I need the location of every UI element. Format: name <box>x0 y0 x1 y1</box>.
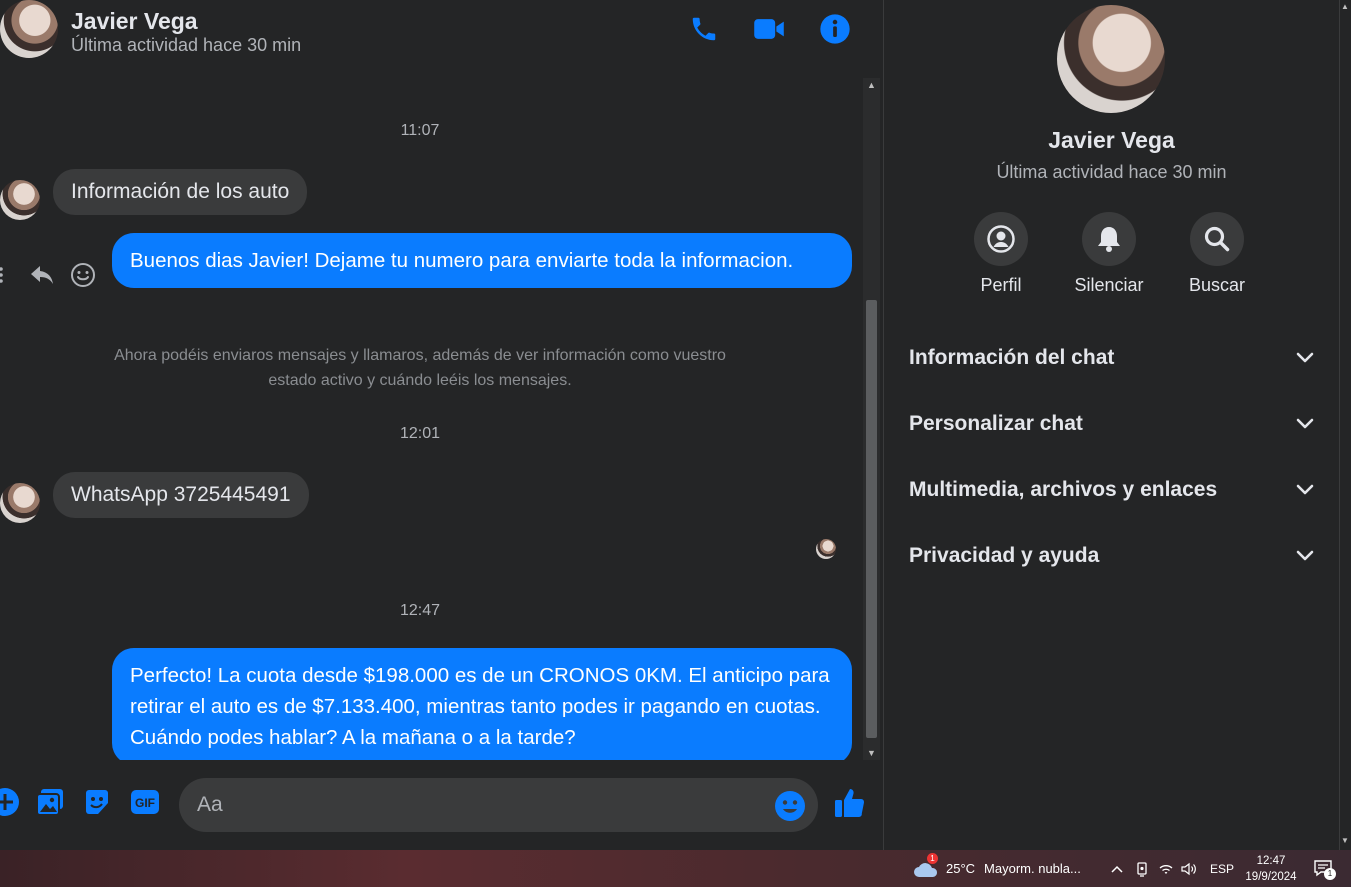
image-icon <box>36 789 63 816</box>
scroll-down-arrow[interactable]: ▼ <box>863 746 880 760</box>
timestamp: 11:07 <box>400 122 440 139</box>
clock-time: 12:47 <box>1256 854 1286 867</box>
weather-description: Mayorm. nubla... <box>984 861 1081 876</box>
section-title: Multimedia, archivos y enlaces <box>909 478 1218 501</box>
chevron-down-icon <box>1296 352 1314 363</box>
info-panel-scrollbar[interactable]: ▲ ▼ <box>1339 0 1351 850</box>
sender-avatar <box>0 180 40 220</box>
sticker-button[interactable] <box>80 785 114 819</box>
input-language[interactable]: ESP <box>1210 850 1234 887</box>
search-action-label: Buscar <box>1188 275 1246 295</box>
message-input[interactable] <box>197 778 777 832</box>
chevron-down-icon <box>1296 550 1314 561</box>
emoji-button[interactable] <box>774 790 806 822</box>
more-actions-button[interactable] <box>0 785 22 819</box>
weather-temperature: 25°C <box>946 861 976 876</box>
emoji-icon <box>775 791 805 821</box>
wifi-icon[interactable] <box>1158 850 1174 887</box>
weather-alert-badge: 1 <box>927 852 938 864</box>
volume-icon[interactable] <box>1181 850 1197 887</box>
message-input-box[interactable] <box>179 778 818 832</box>
scroll-up-arrow[interactable]: ▲ <box>863 78 880 92</box>
profile-action[interactable]: Perfil <box>956 212 1046 296</box>
windows-taskbar: 1 25°C Mayorm. nubla... ESP 12:47 19/9/2… <box>0 850 1351 887</box>
info-icon <box>820 14 850 44</box>
section-title: Información del chat <box>909 346 1115 369</box>
search-action[interactable]: Buscar <box>1172 212 1262 296</box>
conversation-info-panel: Javier Vega Última actividad hace 30 min… <box>885 0 1338 850</box>
sender-avatar <box>0 483 40 523</box>
info-contact-name: Javier Vega <box>1048 127 1175 153</box>
timestamp: 12:47 <box>399 602 441 619</box>
mute-action-label: Silenciar <box>1074 275 1144 295</box>
contact-status: Última actividad hace 30 min <box>71 35 302 55</box>
contact-profile-picture[interactable] <box>1057 5 1165 113</box>
voice-call-button[interactable] <box>687 12 721 46</box>
sticker-icon <box>86 790 108 814</box>
section-media-files-links[interactable]: Multimedia, archivos y enlaces <box>909 470 1314 510</box>
chevron-down-icon <box>1296 418 1314 429</box>
phone-icon <box>692 17 716 41</box>
clock[interactable]: 12:47 19/9/2024 <box>1240 850 1302 887</box>
search-icon <box>1204 226 1230 252</box>
notification-center-button[interactable]: 1 <box>1313 850 1336 887</box>
seen-receipt-avatar <box>816 539 836 559</box>
composer-bar: GIF <box>0 770 884 840</box>
reply-icon[interactable] <box>28 262 56 288</box>
messenger-app: Javier Vega Última actividad hace 30 min… <box>0 0 1351 850</box>
outgoing-message[interactable]: Perfecto! La cuota desde $198.000 es de … <box>112 648 852 760</box>
system-notice: Ahora podéis enviaros mensajes y llamaro… <box>114 347 726 389</box>
contact-name[interactable]: Javier Vega <box>71 8 198 35</box>
chevron-down-icon <box>1296 484 1314 495</box>
weather-widget[interactable]: 1 25°C Mayorm. nubla... <box>913 850 1081 887</box>
message-list[interactable]: 11:07 Información de los auto Buenos dia… <box>0 76 864 760</box>
attach-photo-button[interactable] <box>33 785 67 819</box>
thumbs-up-icon <box>835 789 865 818</box>
scroll-up-arrow[interactable]: ▲ <box>1341 2 1349 11</box>
message-scrollbar[interactable]: ▲ ▼ <box>863 78 880 760</box>
contact-avatar[interactable] <box>0 0 58 58</box>
scroll-down-arrow[interactable]: ▼ <box>1341 836 1349 845</box>
device-icon[interactable] <box>1135 850 1149 887</box>
incoming-message[interactable]: Información de los auto <box>53 169 308 215</box>
gif-button[interactable]: GIF <box>128 785 162 819</box>
svg-text:GIF: GIF <box>135 796 155 810</box>
more-options-icon[interactable] <box>0 264 6 286</box>
clock-date: 19/9/2024 <box>1245 870 1297 883</box>
timestamp: 12:01 <box>399 425 441 442</box>
section-privacy-help[interactable]: Privacidad y ayuda <box>909 536 1314 576</box>
conversation-info-button[interactable] <box>818 12 852 46</box>
outgoing-message[interactable]: Buenos dias Javier! Dejame tu numero par… <box>112 233 852 288</box>
chat-header: Javier Vega Última actividad hace 30 min <box>0 0 884 66</box>
profile-icon <box>987 225 1015 253</box>
video-call-button[interactable] <box>752 12 786 46</box>
section-title: Personalizar chat <box>909 412 1083 435</box>
section-customize-chat[interactable]: Personalizar chat <box>909 404 1314 444</box>
section-chat-info[interactable]: Información del chat <box>909 338 1314 378</box>
mute-action[interactable]: Silenciar <box>1064 212 1154 296</box>
incoming-message[interactable]: WhatsApp 3725445491 <box>53 472 309 518</box>
scroll-thumb[interactable] <box>866 300 877 738</box>
like-button[interactable] <box>833 786 867 820</box>
profile-action-label: Perfil <box>980 275 1022 295</box>
plus-circle-icon <box>0 788 19 816</box>
info-contact-status: Última actividad hace 30 min <box>996 162 1227 182</box>
notification-count-badge: 1 <box>1324 867 1336 880</box>
cloud-icon: 1 <box>913 852 939 879</box>
gif-icon: GIF <box>131 790 159 814</box>
video-camera-icon <box>754 19 784 39</box>
notification-icon: 1 <box>1313 859 1336 880</box>
show-hidden-icons-button[interactable] <box>1110 850 1124 887</box>
react-smiley-icon[interactable] <box>69 261 97 289</box>
bell-icon <box>1098 227 1120 252</box>
chat-panel: Javier Vega Última actividad hace 30 min… <box>0 0 884 850</box>
section-title: Privacidad y ayuda <box>909 544 1100 567</box>
chevron-up-icon <box>1111 865 1123 873</box>
